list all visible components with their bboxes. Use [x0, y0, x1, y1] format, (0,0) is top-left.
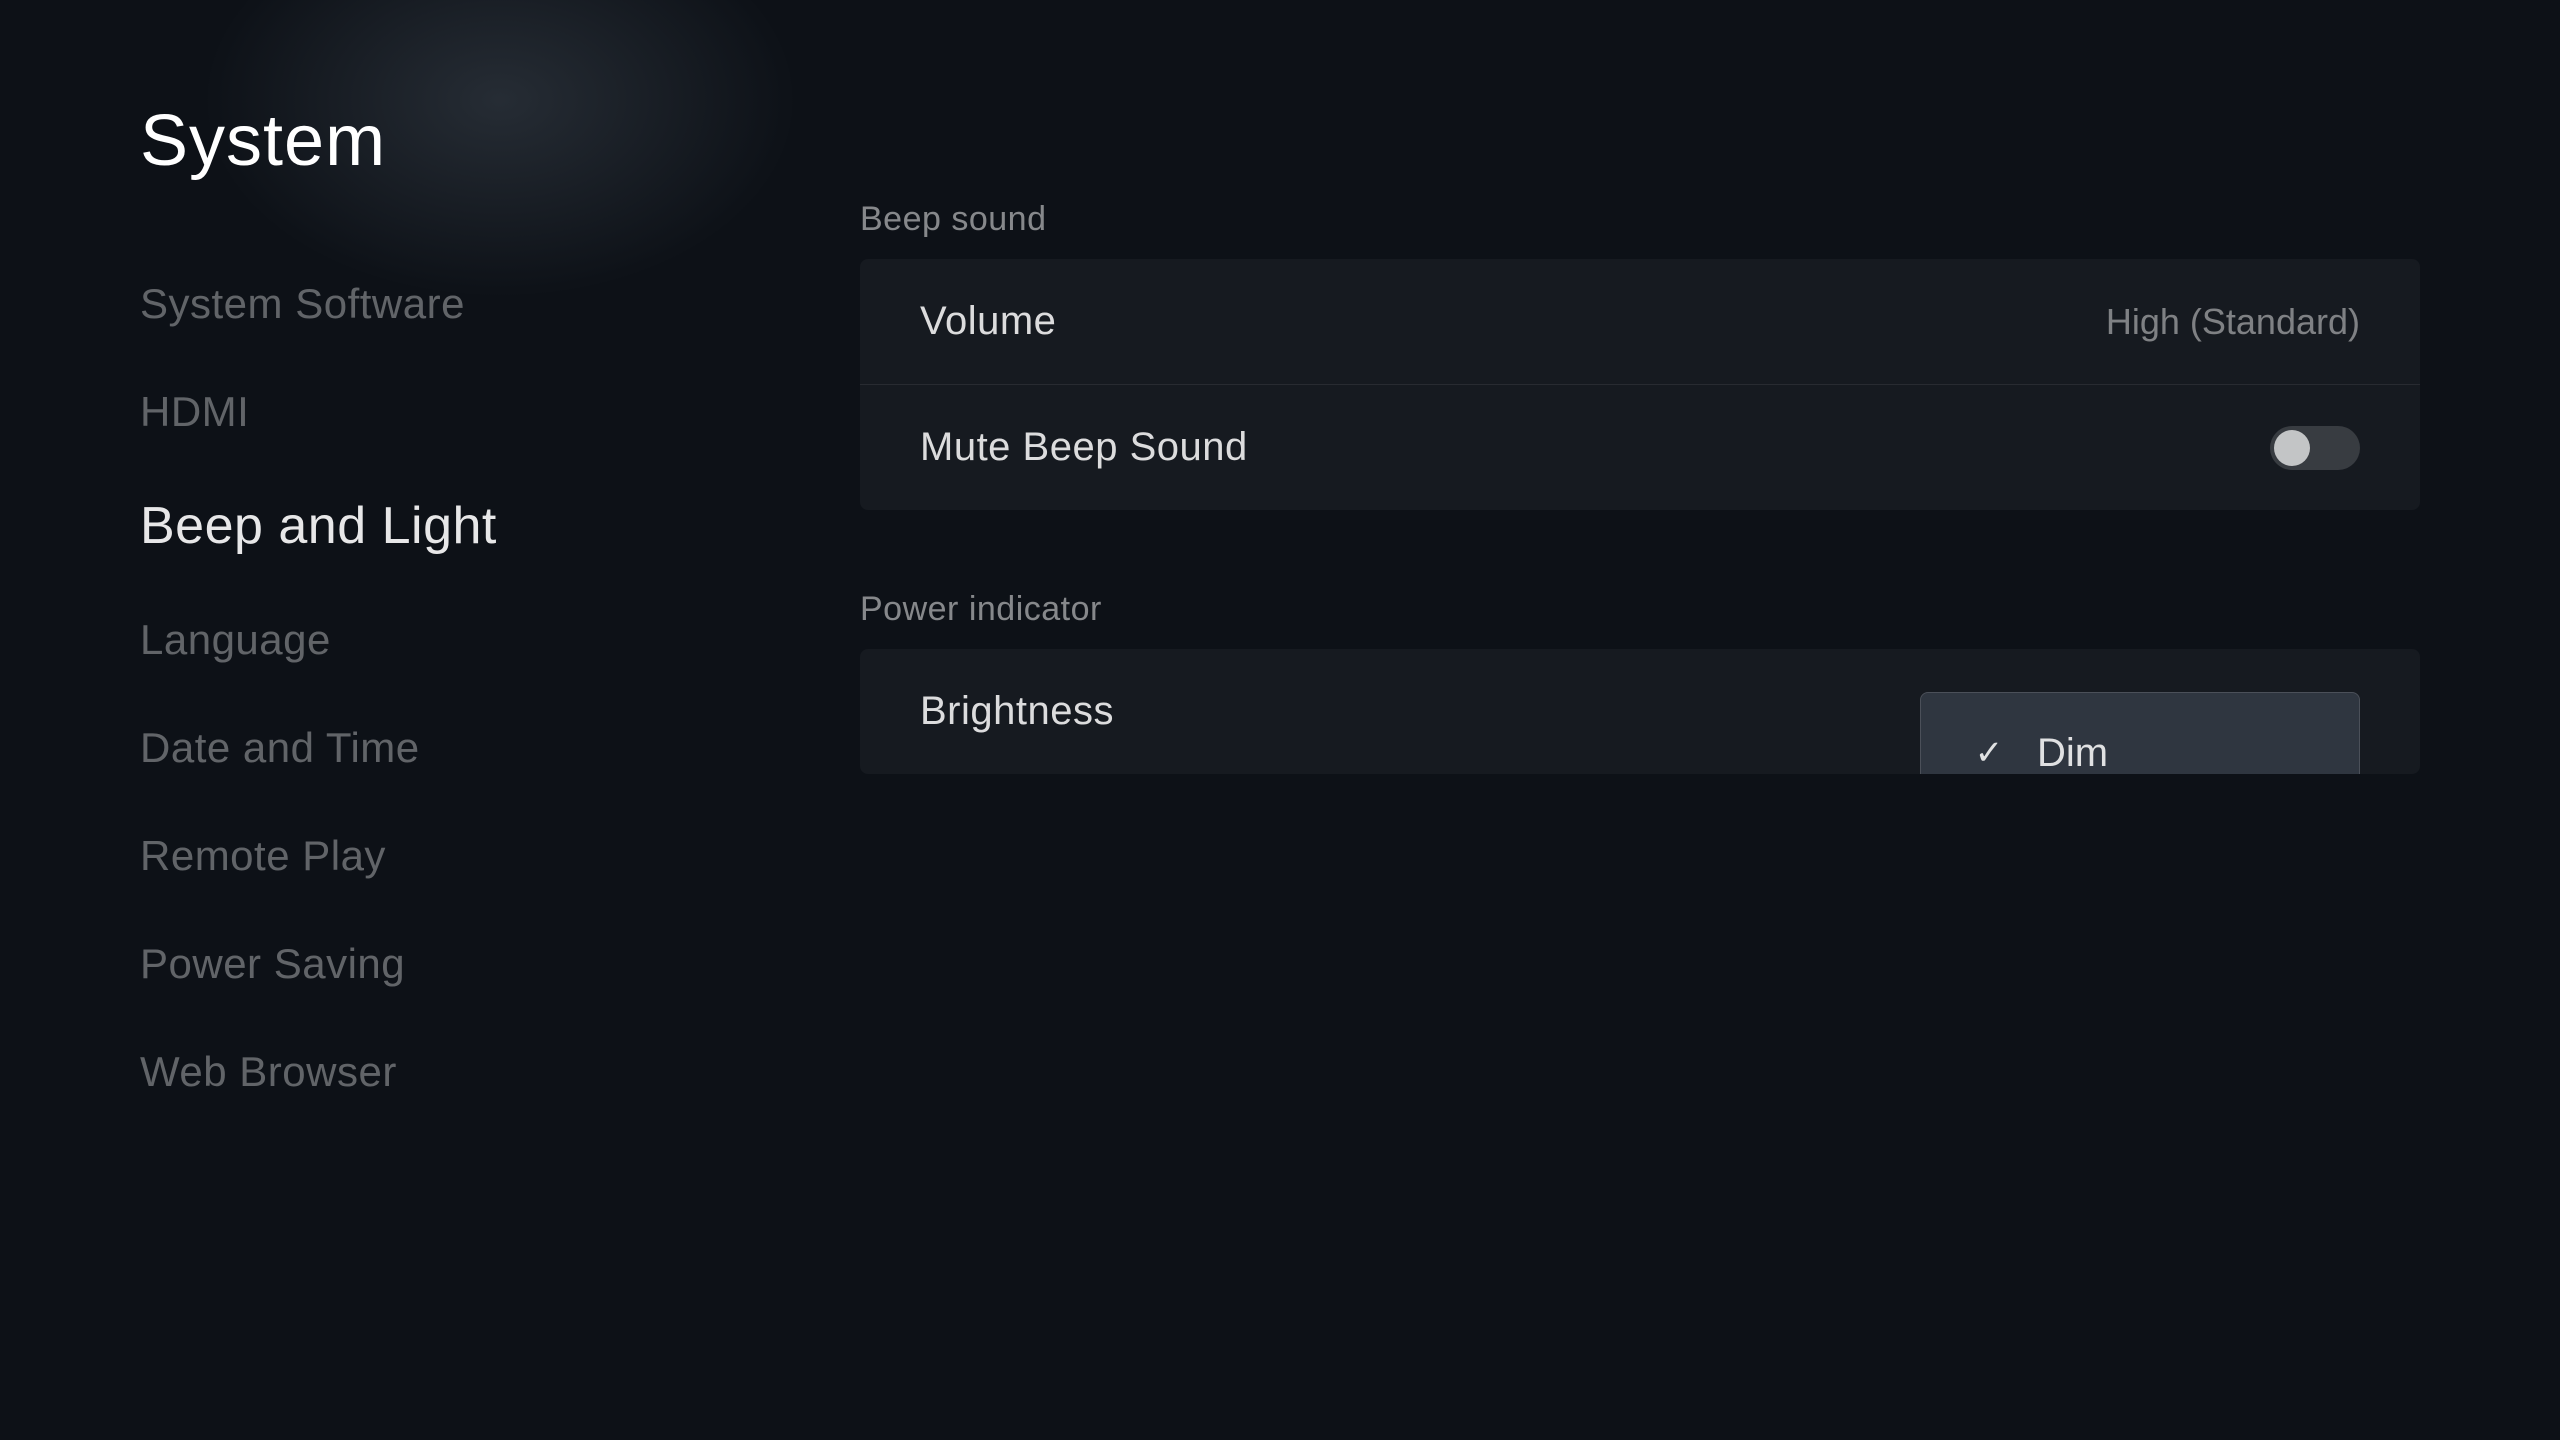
volume-value: High (Standard): [2106, 301, 2360, 343]
check-icon-dim: ✓: [1971, 735, 2007, 771]
mute-beep-row[interactable]: Mute Beep Sound: [860, 385, 2420, 510]
dropdown-option-dim-label: Dim: [2037, 731, 2108, 775]
sidebar-item-system-software[interactable]: System Software: [140, 280, 560, 328]
volume-label: Volume: [920, 299, 1056, 344]
mute-beep-label: Mute Beep Sound: [920, 425, 1248, 470]
beep-sound-card: Volume High (Standard) Mute Beep Sound: [860, 259, 2420, 510]
sidebar-item-language[interactable]: Language: [140, 616, 560, 664]
dropdown-option-dim[interactable]: ✓ Dim: [1921, 693, 2359, 775]
sidebar-item-web-browser[interactable]: Web Browser: [140, 1048, 560, 1096]
main-content: Beep sound Volume High (Standard) Mute B…: [860, 200, 2420, 854]
beep-sound-section-label: Beep sound: [860, 200, 2420, 239]
brightness-dropdown-menu[interactable]: ✓ Dim Medium Bright (Standard): [1920, 692, 2360, 775]
sidebar-item-beep-and-light[interactable]: Beep and Light: [140, 496, 560, 556]
page-title: System: [140, 100, 386, 182]
sidebar: System Software HDMI Beep and Light Lang…: [140, 280, 560, 1096]
sidebar-item-power-saving[interactable]: Power Saving: [140, 940, 560, 988]
toggle-knob: [2274, 430, 2310, 466]
mute-beep-toggle[interactable]: [2270, 426, 2360, 470]
volume-row[interactable]: Volume High (Standard): [860, 259, 2420, 385]
sidebar-item-remote-play[interactable]: Remote Play: [140, 832, 560, 880]
sidebar-item-hdmi[interactable]: HDMI: [140, 388, 560, 436]
power-indicator-card: Brightness ✓ Dim Medium: [860, 649, 2420, 774]
sidebar-item-date-and-time[interactable]: Date and Time: [140, 724, 560, 772]
brightness-label: Brightness: [920, 689, 1114, 734]
power-indicator-section-label: Power indicator: [860, 590, 2420, 629]
brightness-row[interactable]: Brightness ✓ Dim Medium: [860, 649, 2420, 774]
